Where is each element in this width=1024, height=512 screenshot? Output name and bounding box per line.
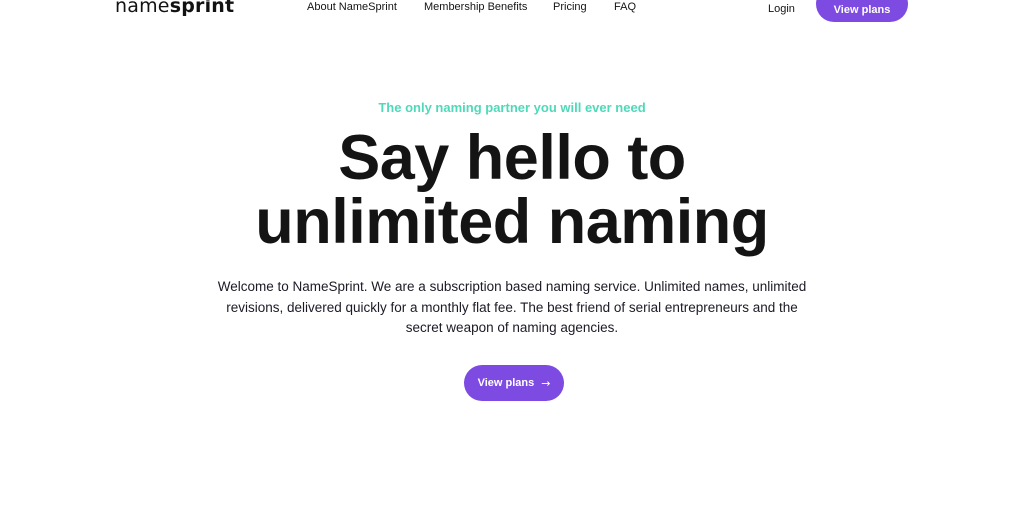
site-header: namesprint About NameSprint Membership B… [0,0,1024,24]
view-plans-hero-button[interactable]: View plans → [464,365,564,401]
nav-link-membership-benefits[interactable]: Membership Benefits [424,0,527,14]
login-link[interactable]: Login [768,2,795,16]
logo-text-light: name [115,0,170,17]
view-plans-hero-label: View plans [477,377,535,389]
nav-link-about[interactable]: About NameSprint [307,0,397,14]
view-plans-header-label: View plans [833,4,891,16]
hero-eyebrow: The only naming partner you will ever ne… [378,100,646,115]
logo-text-bold: sprint [169,0,235,17]
logo[interactable]: namesprint [115,0,234,18]
hero-headline-line-1: Say hello to [338,123,686,193]
hero-intro-text: Welcome to NameSprint. We are a subscrip… [217,279,807,335]
arrow-right-icon: → [541,376,551,390]
view-plans-header-button[interactable]: View plans [816,0,908,22]
nav-link-pricing[interactable]: Pricing [553,0,587,14]
nav-link-faq[interactable]: FAQ [614,0,636,14]
hero-headline: Say hello to unlimited naming [0,126,1024,254]
hero-headline-line-2: unlimited naming [255,187,769,257]
